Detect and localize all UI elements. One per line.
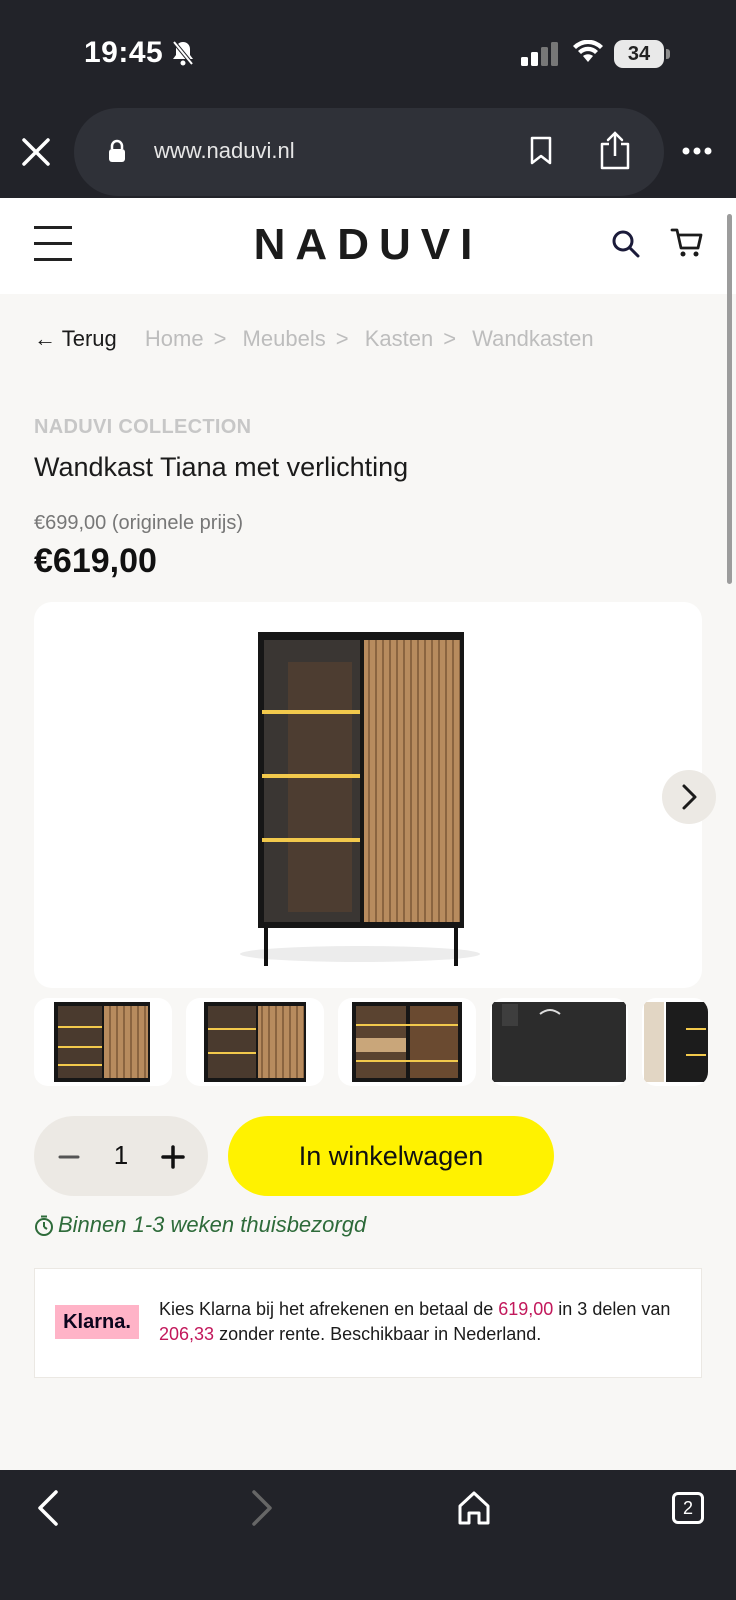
back-icon[interactable] xyxy=(34,1488,64,1528)
quantity-value[interactable]: 1 xyxy=(104,1140,138,1171)
home-icon[interactable] xyxy=(456,1488,492,1528)
scrollbar[interactable] xyxy=(727,214,732,584)
klarna-text: Kies Klarna bij het afrekenen en betaal … xyxy=(159,1299,671,1344)
klarna-installment: 206,33 xyxy=(159,1324,215,1344)
thumbnail-2[interactable] xyxy=(186,998,324,1086)
original-price: €699,00 (originele prijs) xyxy=(34,512,244,534)
thumbnail-3[interactable] xyxy=(338,998,476,1086)
product-image[interactable] xyxy=(34,602,702,988)
close-icon[interactable] xyxy=(18,134,54,170)
web-page: NADUVI ← Terug Home > Meubels > Kasten > Wa… xyxy=(0,198,736,1470)
add-to-cart-button[interactable]: In winkelwagen xyxy=(228,1116,554,1196)
browser-toolbar: www.naduvi.nl xyxy=(0,108,736,198)
klarna-total: 619,00 xyxy=(498,1299,554,1319)
tabs-icon[interactable]: 2 xyxy=(672,1492,704,1524)
product-brand: NADUVI COLLECTION xyxy=(34,416,252,438)
breadcrumb-item-meubels[interactable]: Meubels xyxy=(243,326,326,351)
minus-icon[interactable] xyxy=(54,1142,84,1172)
cabinet-illustration xyxy=(240,632,480,966)
more-icon[interactable] xyxy=(682,146,712,156)
bookmark-icon[interactable] xyxy=(530,136,552,166)
forward-icon[interactable] xyxy=(246,1488,276,1528)
share-icon[interactable] xyxy=(598,130,632,170)
thumbnail-5[interactable] xyxy=(642,998,708,1086)
browser-bottom-bar: 2 xyxy=(0,1470,736,1600)
plus-icon[interactable] xyxy=(158,1142,188,1172)
cart-icon[interactable] xyxy=(670,226,704,260)
thumbnail-image xyxy=(352,1002,462,1082)
wifi-icon xyxy=(573,40,603,62)
address-bar[interactable]: www.naduvi.nl xyxy=(74,108,664,196)
delivery-text: Binnen 1-3 weken thuisbezorgd xyxy=(58,1212,367,1237)
thumbnail-image xyxy=(204,1002,306,1082)
signal-icon xyxy=(521,42,558,66)
klarna-banner: Klarna. Kies Klarna bij het afrekenen en… xyxy=(34,1268,702,1378)
thumbnail-image xyxy=(492,1002,626,1082)
quantity-stepper: 1 xyxy=(34,1116,208,1196)
clock-icon xyxy=(35,1215,53,1237)
thumbnail-image xyxy=(54,1002,150,1082)
product-price: €619,00 xyxy=(34,542,157,580)
bell-off-icon xyxy=(172,40,194,66)
klarna-logo: Klarna. xyxy=(55,1305,139,1339)
thumbnail-1[interactable] xyxy=(34,998,172,1086)
status-bar: 19:45 34 xyxy=(0,0,736,108)
lock-icon xyxy=(109,139,125,162)
thumbnail-image xyxy=(644,1002,708,1082)
product-title: Wandkast Tiana met verlichting xyxy=(34,452,409,482)
next-image-button[interactable] xyxy=(662,770,716,824)
chevron-right-icon xyxy=(682,784,697,810)
delivery-info: Binnen 1-3 weken thuisbezorgd xyxy=(34,1212,366,1238)
breadcrumb-item-home[interactable]: Home xyxy=(145,326,204,351)
back-link[interactable]: ← Terug xyxy=(34,326,117,351)
url-text[interactable]: www.naduvi.nl xyxy=(154,138,295,164)
breadcrumb-item-wandkasten[interactable]: Wandkasten xyxy=(472,326,593,351)
status-time: 19:45 xyxy=(84,36,164,69)
site-header: NADUVI xyxy=(0,198,736,294)
search-icon[interactable] xyxy=(610,228,642,260)
thumbnail-4[interactable] xyxy=(490,998,628,1086)
breadcrumb-item-kasten[interactable]: Kasten xyxy=(365,326,434,351)
battery-indicator: 34 xyxy=(614,40,670,68)
breadcrumb: ← Terug Home > Meubels > Kasten > Wandkaste… xyxy=(34,326,594,351)
